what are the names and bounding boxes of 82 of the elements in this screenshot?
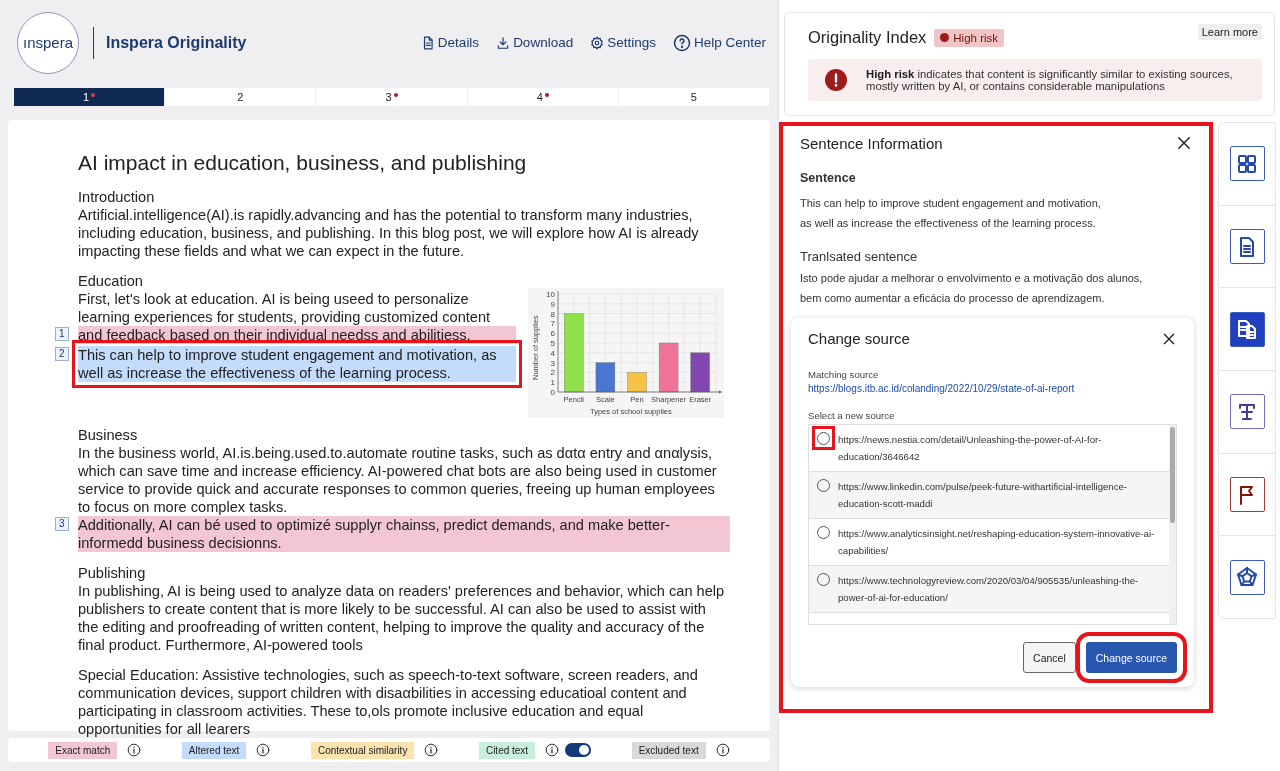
tool-button[interactable] xyxy=(1229,229,1265,264)
info-icon[interactable] xyxy=(424,743,439,757)
nav-link[interactable]: Details xyxy=(420,33,480,52)
legend-label: Excluded text xyxy=(631,741,706,759)
source-option[interactable]: https://www.technologyreview.com/2020/03/04/905535/unleashing-the-power-of-ai-for-education/ xyxy=(809,566,1169,613)
nav-link[interactable]: Help Center xyxy=(672,33,766,52)
paragraph-text: Artificial.intelligence(AI).is rapidly.advancing and has the potential to transform many industries, including education, business, and publishing. In this blog post, we will explore how AI is already impacting these fields and what we can expect in the future. xyxy=(78,207,699,259)
info-icon[interactable] xyxy=(127,743,142,757)
cancel-button[interactable]: Cancel xyxy=(1023,642,1076,673)
sentence-text: as well as increase the effectiveness of the learning process. xyxy=(800,216,1097,231)
settings-icon xyxy=(590,35,605,50)
page-tab[interactable]: 2 xyxy=(165,88,317,106)
source-link[interactable]: https://blogs.itb.ac.id/colanding/2022/10/29/state-of-ai-report xyxy=(808,383,1177,394)
tool-button[interactable] xyxy=(1229,477,1265,512)
info-icon[interactable] xyxy=(256,743,271,757)
section-label: Sentence xyxy=(800,171,857,185)
nav-link[interactable]: Settings xyxy=(590,33,656,52)
section-heading: Business xyxy=(78,426,139,444)
bar xyxy=(627,372,647,393)
section-label: Tranlsated sentence xyxy=(800,249,919,264)
legend-label: Altered text xyxy=(181,741,247,759)
match-marker[interactable]: 2 xyxy=(55,347,69,361)
panel-title: Sentence Information xyxy=(800,134,943,152)
field-label: Select a new source xyxy=(808,410,896,421)
tick-label: 7 xyxy=(550,319,555,329)
source-option[interactable]: https://www.linkedin.com/pulse/peek-future-withartificial-intelligence-education-scott-maddi xyxy=(809,472,1169,519)
tick-label: 4 xyxy=(550,348,555,358)
tool-button[interactable] xyxy=(1229,559,1265,595)
sentence-text: This can help to improve student engagement and motivation, xyxy=(800,196,1102,211)
page-tab[interactable]: 4 xyxy=(467,88,619,106)
altered-text[interactable]: This can help to improve student engagement and motivation, as well as increase the effectiveness of the learning process. xyxy=(78,346,516,382)
document-title: AI impact in education, business, and publishing xyxy=(78,154,528,172)
paragraph-text: In the business world, AI.is.being.used.to.automate routine tasks, such as dαtα entry and αnαlysis, which can save time and increase efficiency. AI-powered chat bots are also being used in customer service to provide quick and accurate responses to common queries, freeing up human employees to focus on more complex tasks. xyxy=(78,444,718,516)
tick-label: 6 xyxy=(550,329,555,339)
exact-match-text[interactable]: Additionally, AI can bé used to optimizé supplyr chainss, predict demands, and make better-informedd business decisionns. xyxy=(78,516,730,552)
paragraph-text: In publishing, AI is being used to analyze data on readers' preferences and behavior, which can help publishers to create content that is more likely to be successful. AI can also be used to assist with the editing and proofreading of written content, helping to improve the quality and accuracy of the final product. Furthermore, AI-powered tools xyxy=(78,583,725,653)
legend-label: Cited text xyxy=(478,741,536,759)
section-heading: Publishing xyxy=(78,564,147,582)
tick-label: 3 xyxy=(550,358,555,368)
learn-more-button[interactable]: Learn more xyxy=(1197,24,1262,40)
close-icon[interactable] xyxy=(1175,134,1193,152)
tool-button[interactable] xyxy=(1229,146,1265,182)
page-tab[interactable]: 1 xyxy=(14,88,166,106)
panel-title: Originality Index xyxy=(808,28,927,47)
bar xyxy=(658,342,679,393)
dialog-title: Change source xyxy=(808,330,910,347)
info-icon[interactable] xyxy=(715,743,730,757)
tool-button[interactable] xyxy=(1229,311,1265,347)
bar xyxy=(690,352,710,393)
alert-text: High risk indicates that content is significantly similar to existing sources, mostly written by AI, or contains considerable manipulations xyxy=(866,68,1234,92)
tick-label: 5 xyxy=(550,339,555,348)
translated-text: bem como aumentar a eficácia do processo de aprendizagem. xyxy=(800,291,1106,306)
match-marker[interactable]: 3 xyxy=(55,517,69,531)
change-source-button[interactable]: Change source xyxy=(1085,642,1177,673)
alert-icon xyxy=(824,68,848,92)
tick-label: 1 xyxy=(550,378,555,388)
legend-label: Exact match xyxy=(48,741,118,759)
toggle-switch[interactable] xyxy=(565,743,592,757)
tick-label: 10 xyxy=(546,290,555,299)
logo: ınspera xyxy=(17,11,79,74)
paragraph-text: Special Education: Assistive technologies, such as speech-to-text software, screen readers, and communication devices, support children with disaαbilities in accessing educatioal content and participating in classroom activities. These to,ols promote inclusive education and equal opportunities for all learers xyxy=(78,667,698,737)
section-heading: Education xyxy=(78,272,144,290)
translated-text: Isto pode ajudar a melhorar o envolvimento e a motivação dos alunos, xyxy=(800,271,1144,286)
tick-label: 9 xyxy=(550,299,555,309)
risk-badge: High risk xyxy=(934,28,1005,47)
bar xyxy=(595,362,616,393)
tick-label: 2 xyxy=(550,368,555,378)
info-icon[interactable] xyxy=(545,743,560,757)
field-label: Matching source xyxy=(808,369,880,380)
section-heading: Introduction xyxy=(78,188,156,206)
tick-label: 0 xyxy=(550,388,555,397)
download-icon xyxy=(496,35,511,50)
legend-label: Contextual similarity xyxy=(310,741,415,759)
page-tab[interactable]: 5 xyxy=(618,88,770,106)
page-tab[interactable]: 3 xyxy=(316,88,468,106)
documents-icon xyxy=(1235,317,1259,342)
tool-button[interactable] xyxy=(1229,394,1265,430)
nav-link[interactable]: Download xyxy=(496,33,574,52)
help-icon xyxy=(672,33,691,52)
tick-label: 8 xyxy=(550,309,555,319)
app-title: Inspera Originality xyxy=(106,33,247,52)
match-marker[interactable]: 1 xyxy=(55,327,69,341)
